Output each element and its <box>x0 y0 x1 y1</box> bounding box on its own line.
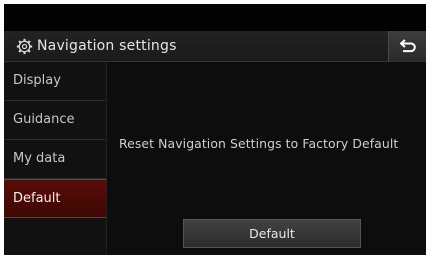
sidebar-item-label: My data <box>13 151 66 166</box>
sidebar-item-display[interactable]: Display <box>4 62 106 101</box>
gear-icon <box>16 38 33 55</box>
sidebar-item-my-data[interactable]: My data <box>4 140 106 179</box>
main-panel: Reset Navigation Settings to Factory Def… <box>107 62 426 255</box>
page-title: Navigation settings <box>37 38 177 54</box>
reset-message: Reset Navigation Settings to Factory Def… <box>119 136 399 151</box>
sidebar-item-label: Guidance <box>13 112 75 127</box>
sidebar-item-guidance[interactable]: Guidance <box>4 101 106 140</box>
status-bar <box>4 4 426 31</box>
header-bar: Navigation settings <box>4 31 426 62</box>
back-arrow-icon <box>400 39 416 53</box>
sidebar: Display Guidance My data Default <box>4 62 106 255</box>
navigation-settings-screen: Navigation settings Display Guidance My … <box>4 4 426 255</box>
sidebar-item-label: Display <box>13 73 61 88</box>
sidebar-item-default[interactable]: Default <box>4 179 106 218</box>
sidebar-item-label: Default <box>13 191 61 206</box>
default-button[interactable]: Default <box>183 219 361 248</box>
back-button[interactable] <box>388 31 426 61</box>
